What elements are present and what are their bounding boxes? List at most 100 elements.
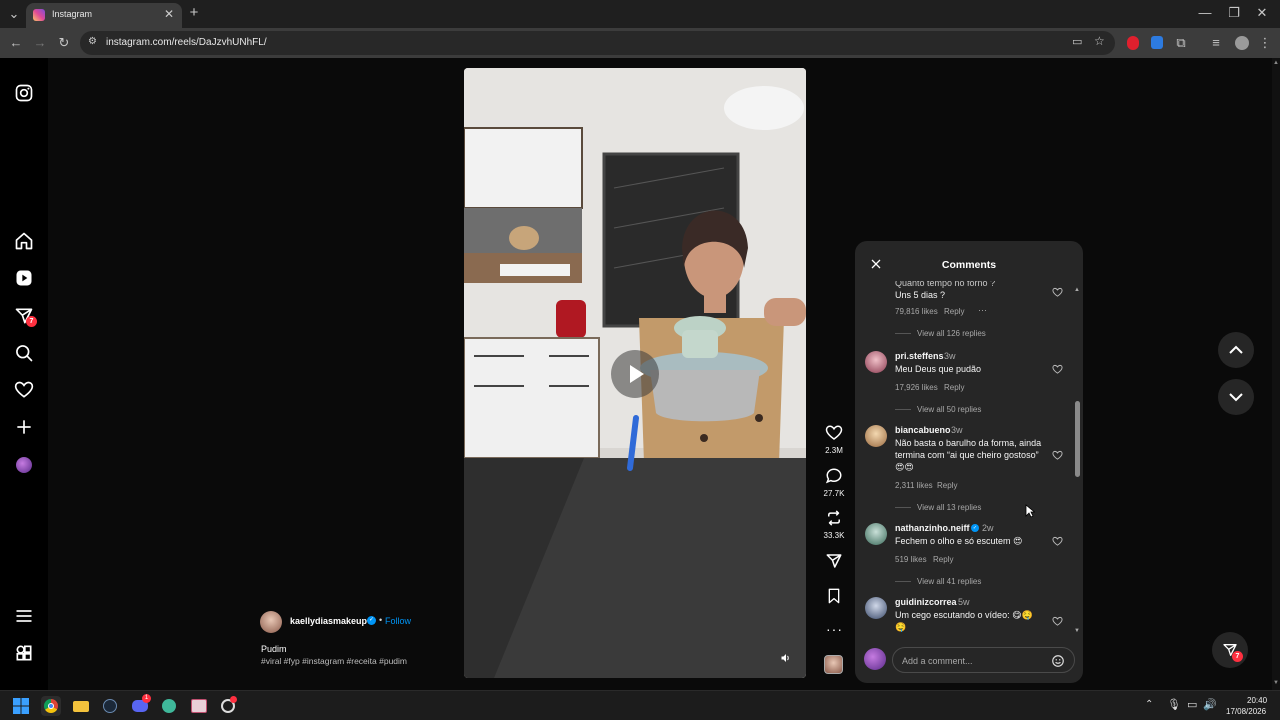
- add-comment-field[interactable]: Add a comment...: [892, 647, 1075, 673]
- view-replies-button[interactable]: View all 41 replies: [917, 577, 981, 586]
- volume-icon[interactable]: [780, 652, 792, 664]
- comment-username[interactable]: biancabueno: [895, 425, 951, 435]
- scroll-up-arrow-icon[interactable]: ▲: [1074, 287, 1080, 293]
- comment-more-icon[interactable]: ···: [978, 305, 987, 315]
- back-icon[interactable]: ←: [8, 35, 24, 51]
- comment-username[interactable]: guidinizcorrea: [895, 597, 957, 607]
- comment-likes[interactable]: 519 likes: [895, 555, 927, 564]
- reel-author-username[interactable]: kaellydiasmakeup: [290, 616, 367, 626]
- cast-icon[interactable]: ▭: [1072, 35, 1082, 48]
- volume-tray-icon[interactable]: 🔊: [1203, 698, 1217, 711]
- browser-tab[interactable]: Instagram ✕: [26, 3, 182, 28]
- reading-list-icon[interactable]: ≡: [1208, 35, 1224, 51]
- share-icon[interactable]: [825, 552, 843, 570]
- tab-close-icon[interactable]: ✕: [164, 7, 174, 21]
- like-heart-icon[interactable]: [825, 424, 843, 442]
- tab-list-chevron-icon[interactable]: ⌄: [6, 6, 22, 22]
- also-from-meta-icon[interactable]: [14, 643, 34, 663]
- profile-avatar-icon[interactable]: [16, 457, 32, 473]
- bookmark-star-icon[interactable]: ☆: [1094, 34, 1105, 48]
- clock-time[interactable]: 20:40: [1247, 696, 1267, 705]
- reels-icon[interactable]: [14, 268, 34, 288]
- scrollbar-thumb[interactable]: [1075, 401, 1080, 477]
- comment-likes[interactable]: 79,816 likes: [895, 307, 938, 316]
- comments-list[interactable]: Quanto tempo no forno ? Uns 5 dias ? 79,…: [855, 281, 1083, 636]
- comment-username[interactable]: nathanzinho.neiff: [895, 523, 970, 533]
- comment-like-heart-icon[interactable]: [1052, 287, 1063, 298]
- steam-icon[interactable]: [100, 696, 120, 716]
- comment-time: 3w: [944, 351, 956, 361]
- new-tab-icon[interactable]: +: [186, 5, 202, 21]
- audio-thumbnail[interactable]: [824, 655, 843, 674]
- comment-username[interactable]: pri.steffens: [895, 351, 944, 361]
- more-options-icon[interactable]: ···: [826, 621, 843, 637]
- site-info-icon[interactable]: ⚙: [88, 36, 97, 47]
- discord-badge-count: 1: [144, 695, 149, 701]
- more-menu-icon[interactable]: [14, 606, 34, 626]
- page-scroll-down-icon[interactable]: ▼: [1273, 680, 1279, 686]
- home-icon[interactable]: [14, 231, 34, 251]
- window-close-icon[interactable]: ✕: [1254, 5, 1270, 21]
- extensions-puzzle-icon[interactable]: ⧉: [1173, 35, 1189, 51]
- follow-button[interactable]: Follow: [385, 616, 411, 626]
- previous-reel-button[interactable]: [1218, 332, 1254, 368]
- clock-date[interactable]: 17/08/2026: [1226, 707, 1266, 716]
- browser-menu-icon[interactable]: ⋮: [1257, 35, 1273, 51]
- address-bar[interactable]: ⚙ instagram.com/reels/DaJzvhUNhFL/ ▭ ☆: [80, 31, 1115, 55]
- reel-video[interactable]: [464, 68, 806, 678]
- comment-reply-button[interactable]: Reply: [944, 383, 964, 392]
- comment-reply-button[interactable]: Reply: [944, 307, 964, 316]
- view-replies-button[interactable]: View all 126 replies: [917, 329, 986, 338]
- discord-icon[interactable]: 1: [130, 694, 151, 716]
- comment-like-heart-icon[interactable]: [1052, 536, 1063, 547]
- view-replies-button[interactable]: View all 13 replies: [917, 503, 981, 512]
- reload-icon[interactable]: ↻: [56, 35, 72, 51]
- repost-icon[interactable]: [825, 509, 843, 527]
- green-app-icon[interactable]: [159, 696, 179, 716]
- create-plus-icon[interactable]: [14, 417, 34, 437]
- comment-text: Um cego escutando o vídeo: 😋🤤: [895, 610, 1033, 620]
- forward-icon[interactable]: →: [32, 35, 48, 51]
- restore-icon[interactable]: ❐: [1226, 5, 1242, 21]
- network-icon[interactable]: ▭: [1187, 698, 1197, 711]
- comment-like-heart-icon[interactable]: [1052, 364, 1063, 375]
- save-bookmark-icon[interactable]: [826, 587, 842, 605]
- extension-blue-icon[interactable]: [1151, 36, 1163, 49]
- page-scroll-up-icon[interactable]: ▲: [1273, 60, 1279, 66]
- cooking-app-icon[interactable]: [218, 696, 238, 716]
- comment-reply-button[interactable]: Reply: [937, 481, 957, 490]
- commenter-avatar[interactable]: [865, 597, 887, 619]
- microphone-icon[interactable]: 🎙: [1167, 698, 1181, 711]
- commenter-avatar[interactable]: [865, 523, 887, 545]
- file-explorer-icon[interactable]: [71, 696, 91, 716]
- minimize-icon[interactable]: —: [1197, 5, 1213, 21]
- profile-avatar-icon[interactable]: [1235, 36, 1249, 50]
- play-button[interactable]: [611, 350, 659, 398]
- windows-start-icon[interactable]: [13, 698, 29, 714]
- comment-like-heart-icon[interactable]: [1052, 616, 1063, 627]
- likes-count: 2.3M: [825, 446, 843, 455]
- comments-scrollbar[interactable]: ▲ ▼: [1074, 287, 1080, 635]
- comment-likes[interactable]: 17,926 likes: [895, 383, 938, 392]
- commenter-avatar[interactable]: [865, 425, 887, 447]
- reel-author-avatar[interactable]: [260, 611, 282, 633]
- notifications-heart-icon[interactable]: [14, 380, 34, 400]
- scroll-down-arrow-icon[interactable]: ▼: [1074, 628, 1080, 634]
- reel-hashtags[interactable]: #viral #fyp #instagram #receita #pudim: [261, 656, 407, 666]
- comment-reply-button[interactable]: Reply: [933, 555, 953, 564]
- search-icon[interactable]: [14, 343, 34, 363]
- commenter-avatar[interactable]: [865, 351, 887, 373]
- comment-likes[interactable]: 2,311 likes: [895, 481, 933, 490]
- pink-app-icon[interactable]: [189, 696, 209, 716]
- view-replies-button[interactable]: View all 50 replies: [917, 405, 981, 414]
- comment-bubble-icon[interactable]: [825, 467, 843, 485]
- next-reel-button[interactable]: [1218, 379, 1254, 415]
- tray-chevron-up-icon[interactable]: ⌃: [1145, 699, 1153, 710]
- floating-messages-button[interactable]: 7: [1212, 632, 1248, 668]
- comment-like-heart-icon[interactable]: [1052, 450, 1063, 461]
- extension-red-icon[interactable]: [1127, 36, 1139, 50]
- emoji-picker-icon[interactable]: [1051, 654, 1065, 668]
- instagram-logo-icon[interactable]: [14, 83, 34, 103]
- page-scrollbar[interactable]: ▲ ▼: [1272, 58, 1280, 690]
- chrome-taskbar-icon[interactable]: [41, 696, 61, 716]
